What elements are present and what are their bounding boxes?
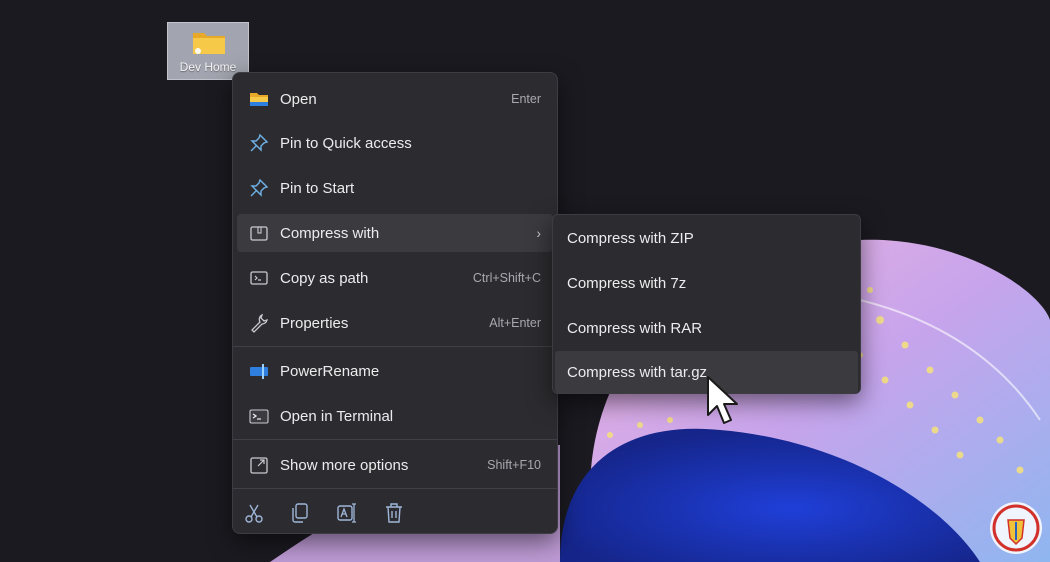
submenu-item-rar[interactable]: Compress with RAR [555, 307, 858, 349]
folder-icon [250, 93, 268, 106]
submenu-item-label: Compress with ZIP [567, 229, 694, 247]
menu-item-properties[interactable]: Properties Alt+Enter [237, 304, 553, 342]
menu-item-label: Compress with [280, 224, 380, 242]
menu-item-label: Open [280, 90, 317, 108]
menu-item-powerrename[interactable]: PowerRename [237, 352, 553, 390]
menu-item-compress-with[interactable]: Compress with › [237, 214, 553, 252]
shortcut-label: Shift+F10 [487, 458, 541, 472]
submenu-item-label: Compress with tar.gz [567, 363, 708, 381]
menu-item-label: Pin to Start [280, 179, 355, 197]
watermark-emblem [990, 502, 1042, 554]
powerrename-icon [250, 364, 268, 379]
menu-item-copy-as-path[interactable]: Copy as path Ctrl+Shift+C [237, 259, 553, 297]
expand-icon [250, 457, 268, 474]
copy-path-icon [250, 271, 268, 285]
menu-item-label: Open in Terminal [280, 407, 394, 425]
menu-item-label: PowerRename [280, 362, 380, 380]
menu-item-open-in-terminal[interactable]: Open in Terminal [237, 397, 553, 435]
menu-item-pin-quick-access[interactable]: Pin to Quick access [237, 124, 553, 162]
pin-icon [250, 133, 269, 152]
folder-icon [193, 33, 225, 54]
menu-divider [233, 346, 557, 347]
chevron-right-icon: › [536, 225, 541, 241]
mouse-cursor-icon [707, 376, 738, 424]
shortcut-label: Alt+Enter [489, 316, 541, 330]
submenu-item-label: Compress with RAR [567, 319, 703, 337]
menu-divider [233, 488, 557, 489]
terminal-icon [249, 409, 269, 424]
menu-item-pin-to-start[interactable]: Pin to Start [237, 169, 553, 207]
pin-icon [250, 178, 269, 197]
wrench-icon [251, 313, 268, 333]
copy-icon[interactable] [288, 501, 312, 525]
menu-item-label: Show more options [280, 456, 409, 474]
compress-submenu: Compress with ZIP Compress with 7z Compr… [552, 214, 861, 394]
delete-icon[interactable] [382, 501, 406, 525]
menu-item-label: Properties [280, 314, 349, 332]
archive-icon [250, 226, 268, 241]
submenu-item-label: Compress with 7z [567, 274, 687, 292]
menu-item-open[interactable]: Open Enter [237, 80, 553, 118]
menu-divider [233, 439, 557, 440]
menu-item-label: Pin to Quick access [280, 134, 412, 152]
shortcut-label: Ctrl+Shift+C [472, 271, 541, 285]
menu-item-show-more-options[interactable]: Show more options Shift+F10 [237, 446, 553, 484]
context-menu: Open Enter Pin to Quick access Pin to St… [232, 72, 558, 534]
desktop-icon-dev-home[interactable]: Dev Home [167, 22, 249, 80]
submenu-item-7z[interactable]: Compress with 7z [555, 262, 858, 304]
submenu-item-zip[interactable]: Compress with ZIP [555, 217, 858, 259]
rename-icon[interactable] [335, 501, 359, 525]
cut-icon[interactable] [242, 501, 266, 525]
menu-toolbar [233, 497, 557, 527]
menu-item-label: Copy as path [280, 269, 369, 287]
shortcut-label: Enter [511, 92, 541, 106]
